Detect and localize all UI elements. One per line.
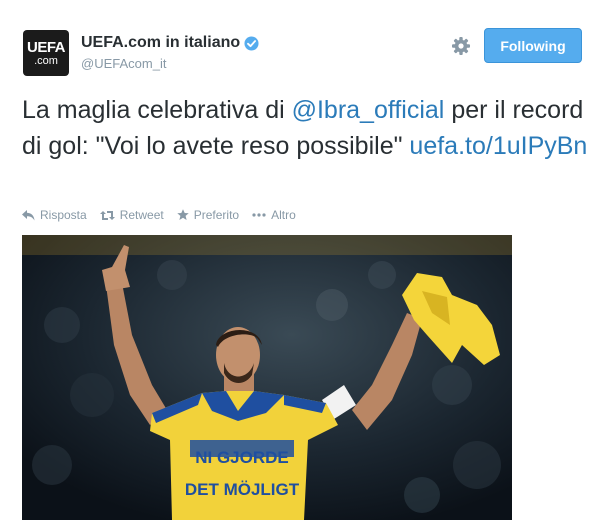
tweet-author[interactable]: UEFA.com in italiano @UEFAcom_it bbox=[81, 34, 259, 71]
account-handle[interactable]: @UEFAcom_it bbox=[81, 56, 259, 71]
gear-icon[interactable] bbox=[451, 36, 471, 56]
more-action[interactable]: Altro bbox=[252, 208, 296, 222]
ellipsis-icon bbox=[252, 213, 266, 217]
reply-icon bbox=[22, 209, 35, 220]
more-label: Altro bbox=[271, 208, 296, 222]
reply-action[interactable]: Risposta bbox=[22, 208, 87, 222]
retweet-action[interactable]: Retweet bbox=[99, 208, 164, 222]
star-icon bbox=[177, 209, 189, 220]
jersey-text-line1: NI GJORDE bbox=[195, 448, 289, 467]
following-button[interactable]: Following bbox=[484, 28, 582, 63]
avatar-text-sub: .com bbox=[34, 54, 58, 67]
retweet-icon bbox=[99, 210, 115, 220]
tweet-photo[interactable]: NI GJORDE DET MÖJLIGT bbox=[22, 235, 512, 520]
tweet-url-link[interactable]: uefa.to/1uIPyBn bbox=[409, 132, 587, 160]
verified-badge-icon bbox=[244, 35, 259, 51]
display-name[interactable]: UEFA.com in italiano bbox=[81, 34, 240, 52]
favorite-action[interactable]: Preferito bbox=[177, 208, 239, 222]
avatar-text-main: UEFA bbox=[26, 38, 66, 56]
mention-link[interactable]: @Ibra_official bbox=[292, 96, 445, 124]
jersey-text-line2: DET MÖJLIGT bbox=[185, 480, 300, 499]
avatar[interactable]: UEFA .com bbox=[23, 30, 69, 76]
tweet-text: La maglia celebrativa di @Ibra_official … bbox=[22, 92, 592, 164]
tweet-actions: Risposta Retweet Preferito Altro bbox=[22, 208, 309, 222]
reply-label: Risposta bbox=[40, 208, 87, 222]
favorite-label: Preferito bbox=[193, 208, 240, 222]
tweet-text-part1: La maglia celebrativa di bbox=[22, 96, 292, 124]
player-photo-illustration: NI GJORDE DET MÖJLIGT bbox=[22, 235, 512, 520]
retweet-label: Retweet bbox=[119, 208, 164, 222]
